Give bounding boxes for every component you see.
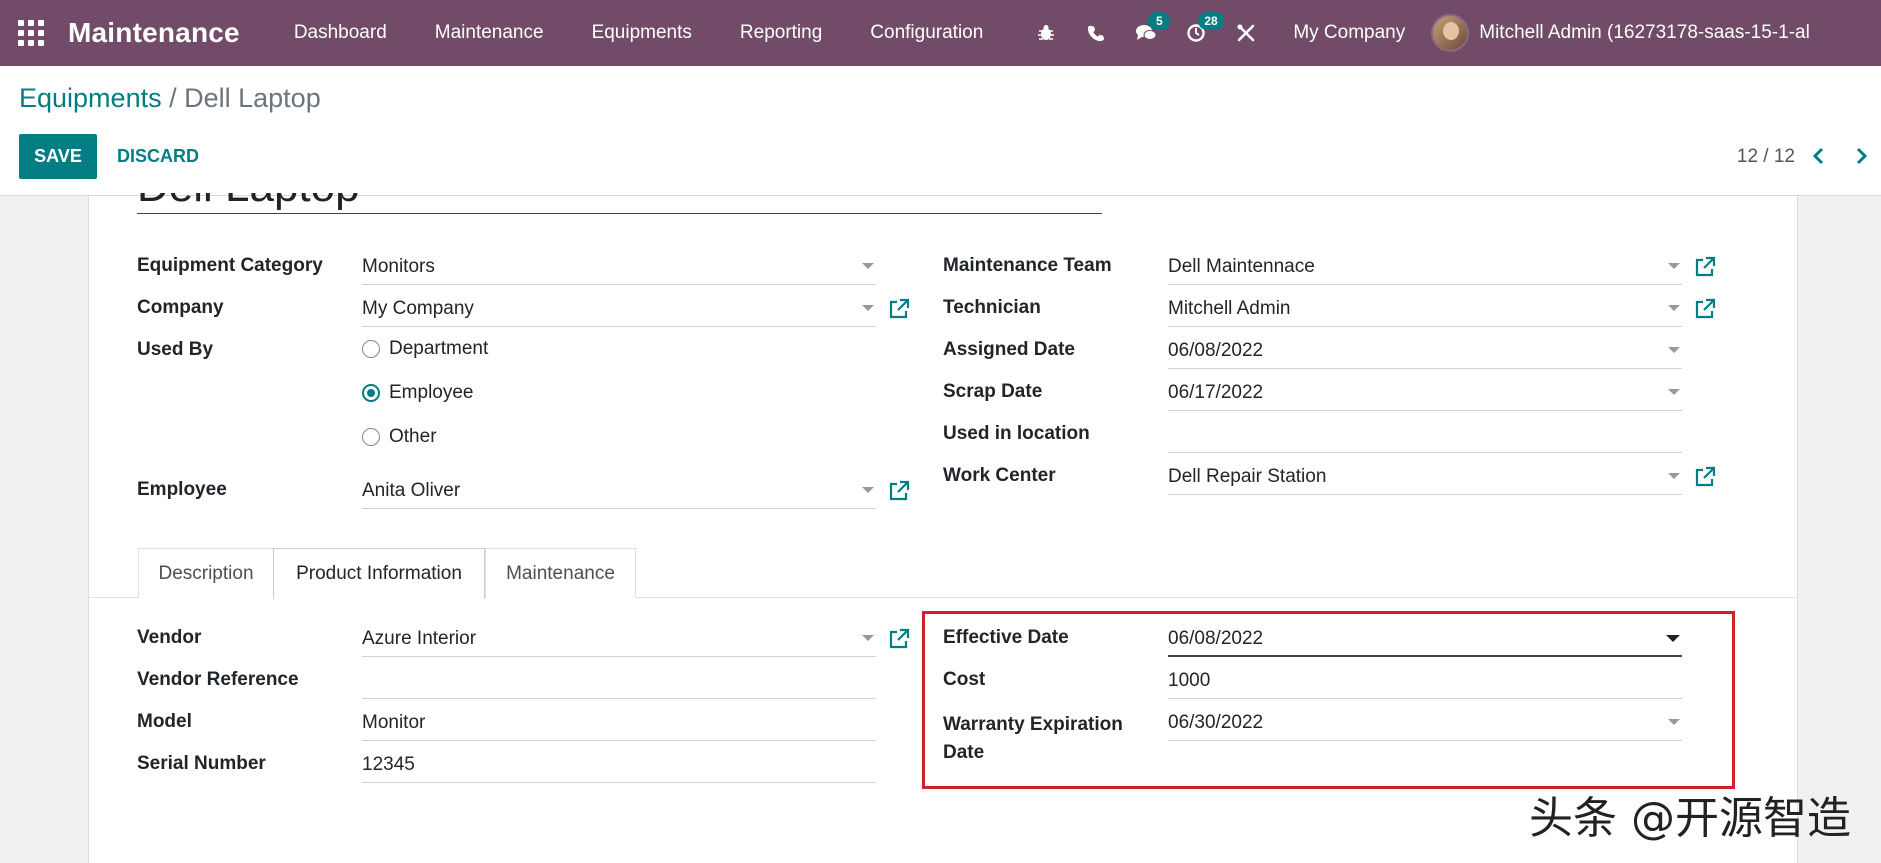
maintenance-team-field[interactable]: Dell Maintennace: [1168, 250, 1682, 285]
model-label: Model: [137, 711, 192, 732]
serial-number-input[interactable]: 12345: [362, 748, 876, 783]
company-label: Company: [137, 297, 224, 318]
vendor-label: Vendor: [137, 627, 202, 648]
apps-grid-icon: [18, 20, 44, 46]
assigned-date-field[interactable]: 06/08/2022: [1168, 334, 1682, 369]
external-link-icon[interactable]: [888, 628, 910, 650]
chevron-down-icon[interactable]: [862, 305, 874, 311]
maintenance-team-label: Maintenance Team: [943, 255, 1112, 276]
app-menu-button[interactable]: [0, 0, 62, 66]
chevron-down-icon[interactable]: [862, 487, 874, 493]
tab-maintenance[interactable]: Maintenance: [485, 548, 636, 598]
chevron-down-icon[interactable]: [1668, 473, 1680, 479]
company-field[interactable]: My Company: [362, 292, 876, 327]
assigned-date-value: 06/08/2022: [1168, 340, 1264, 361]
nav-dashboard[interactable]: Dashboard: [270, 0, 411, 66]
employee-label: Employee: [137, 479, 227, 500]
maintenance-team-value: Dell Maintennace: [1168, 256, 1315, 277]
user-menu[interactable]: Mitchell Admin (16273178-saas-15-1-al: [1431, 14, 1810, 52]
equipment-category-label: Equipment Category: [137, 255, 323, 276]
assigned-date-label: Assigned Date: [943, 339, 1075, 360]
discard-button[interactable]: DISCARD: [117, 134, 199, 179]
chevron-down-icon[interactable]: [1668, 305, 1680, 311]
radio-circle-selected[interactable]: [362, 384, 380, 402]
tab-description[interactable]: Description: [138, 548, 274, 598]
equipment-category-value: Monitors: [362, 256, 435, 277]
radio-other[interactable]: Other: [362, 426, 437, 448]
chevron-left-icon[interactable]: [1807, 142, 1831, 170]
watermark-text: 头条 @开源智造: [1529, 793, 1851, 844]
breadcrumb-parent[interactable]: Equipments: [19, 83, 162, 113]
technician-label: Technician: [943, 297, 1041, 318]
scrap-date-label: Scrap Date: [943, 381, 1043, 402]
pager-value[interactable]: 12 / 12: [1737, 146, 1795, 168]
tab-product-information[interactable]: Product Information: [273, 548, 485, 599]
nav-configuration[interactable]: Configuration: [846, 0, 1007, 66]
company-switcher[interactable]: My Company: [1271, 22, 1431, 44]
app-name[interactable]: Maintenance: [68, 17, 240, 49]
chevron-down-icon[interactable]: [1668, 263, 1680, 269]
work-center-field[interactable]: Dell Repair Station: [1168, 460, 1682, 495]
bug-icon[interactable]: [1021, 0, 1071, 66]
save-button[interactable]: SAVE: [19, 134, 97, 179]
employee-value: Anita Oliver: [362, 480, 461, 501]
equipment-category-field[interactable]: Monitors: [362, 250, 876, 285]
used-by-label: Used By: [137, 339, 214, 360]
highlight-box: [922, 611, 1735, 789]
chat-badge: 5: [1148, 12, 1171, 30]
chevron-down-icon[interactable]: [1668, 347, 1680, 353]
chevron-down-icon[interactable]: [862, 635, 874, 641]
phone-icon[interactable]: [1071, 0, 1121, 66]
external-link-icon[interactable]: [1694, 466, 1716, 488]
radio-employee[interactable]: Employee: [362, 382, 474, 404]
breadcrumb-separator: /: [161, 83, 185, 113]
external-link-icon[interactable]: [1694, 298, 1716, 320]
model-value: Monitor: [362, 712, 426, 733]
external-link-icon[interactable]: [888, 480, 910, 502]
external-link-icon[interactable]: [1694, 256, 1716, 278]
vendor-reference-label: Vendor Reference: [137, 669, 299, 690]
radio-label: Employee: [389, 382, 474, 403]
used-in-location-input[interactable]: [1168, 418, 1682, 453]
scrap-date-field[interactable]: 06/17/2022: [1168, 376, 1682, 411]
vendor-field[interactable]: Azure Interior: [362, 622, 876, 657]
serial-number-value: 12345: [362, 754, 415, 775]
clock-icon[interactable]: 28: [1171, 0, 1224, 66]
title-underline: [137, 213, 1102, 214]
serial-number-label: Serial Number: [137, 753, 266, 774]
vendor-reference-input[interactable]: [362, 664, 876, 699]
employee-field[interactable]: Anita Oliver: [362, 474, 876, 509]
top-navbar: Maintenance Dashboard Maintenance Equipm…: [0, 0, 1881, 66]
chevron-right-icon[interactable]: [1849, 142, 1873, 170]
radio-circle[interactable]: [362, 428, 380, 446]
used-in-location-label: Used in location: [943, 423, 1090, 444]
activity-badge: 28: [1198, 12, 1224, 30]
radio-label: Department: [389, 338, 489, 359]
model-input[interactable]: Monitor: [362, 706, 876, 741]
chevron-down-icon[interactable]: [1668, 389, 1680, 395]
user-name: Mitchell Admin (16273178-saas-15-1-al: [1479, 22, 1810, 43]
radio-label: Other: [389, 426, 437, 447]
breadcrumb: Equipments / Dell Laptop: [19, 83, 321, 114]
breadcrumb-current: Dell Laptop: [184, 83, 321, 113]
nav-equipments[interactable]: Equipments: [568, 0, 716, 66]
tools-icon[interactable]: [1221, 0, 1271, 66]
nav-reporting[interactable]: Reporting: [716, 0, 846, 66]
company-value: My Company: [362, 298, 474, 319]
scrap-date-value: 06/17/2022: [1168, 382, 1264, 403]
chat-icon[interactable]: 5: [1121, 0, 1171, 66]
external-link-icon[interactable]: [888, 298, 910, 320]
vendor-value: Azure Interior: [362, 628, 477, 649]
nav-maintenance[interactable]: Maintenance: [411, 0, 568, 66]
radio-circle[interactable]: [362, 340, 380, 358]
technician-field[interactable]: Mitchell Admin: [1168, 292, 1682, 327]
control-panel: Equipments / Dell Laptop SAVE DISCARD 12…: [0, 66, 1881, 196]
work-center-value: Dell Repair Station: [1168, 466, 1327, 487]
avatar: [1431, 14, 1470, 52]
chevron-down-icon[interactable]: [862, 263, 874, 269]
technician-value: Mitchell Admin: [1168, 298, 1291, 319]
radio-department[interactable]: Department: [362, 338, 488, 360]
work-center-label: Work Center: [943, 465, 1056, 486]
